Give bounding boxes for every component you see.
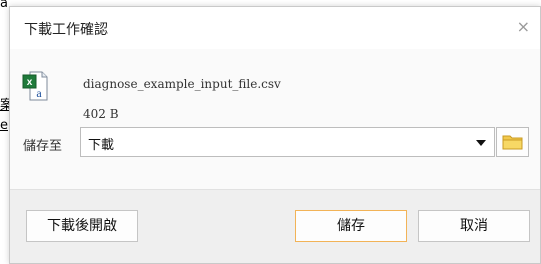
svg-text:a: a (36, 86, 42, 100)
background-text-fragment: a (0, 0, 8, 11)
folder-icon (502, 135, 523, 150)
background-link-fragment[interactable]: e (0, 118, 8, 133)
download-confirm-dialog: 下載工作確認 × x a diagnose_example_input_file… (9, 6, 541, 264)
file-name: diagnose_example_input_file.csv (83, 77, 281, 91)
save-to-label: 儲存至 (23, 139, 63, 154)
dialog-footer: 下載後開啟 儲存 取消 (10, 190, 540, 263)
file-size: 402 B (83, 107, 119, 121)
open-after-download-button[interactable]: 下載後開啟 (26, 210, 138, 242)
save-button[interactable]: 儲存 (295, 210, 407, 242)
cancel-button[interactable]: 取消 (418, 210, 530, 242)
dropdown-arrow-icon (476, 140, 486, 146)
close-icon[interactable]: × (517, 17, 530, 36)
browse-folder-button[interactable] (496, 127, 529, 157)
excel-csv-file-icon: x a (22, 71, 48, 101)
dialog-titlebar: 下載工作確認 × (10, 7, 540, 49)
save-location-value: 下載 (88, 138, 115, 153)
dialog-title: 下載工作確認 (24, 22, 108, 38)
svg-text:x: x (27, 77, 33, 88)
save-location-select[interactable]: 下載 (80, 127, 495, 157)
